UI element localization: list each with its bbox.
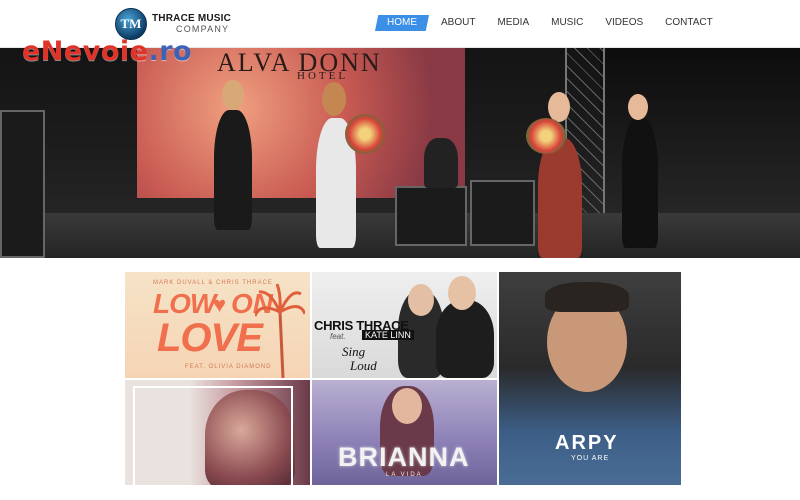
cover-frame [133, 386, 293, 485]
nav-music[interactable]: MUSIC [551, 15, 583, 31]
logo-line2: COMPANY [176, 24, 230, 34]
hero-image: ALVA DONN HOTEL [0, 48, 800, 258]
singer-head [448, 276, 476, 310]
performer-head [548, 92, 570, 122]
singer-photo [436, 300, 494, 378]
cover-portrait[interactable] [125, 380, 310, 485]
watermark-part1: eNevoie [22, 36, 149, 67]
performer-head [222, 80, 244, 110]
equipment-case [470, 180, 535, 246]
cover-title-part: Loud [350, 358, 377, 373]
releases-grid: MARK DUVALL & CHRIS THRACE LOW ♥ ON LOVE… [125, 272, 681, 485]
nav-about[interactable]: ABOUT [441, 15, 475, 31]
dj [424, 138, 458, 188]
heart-icon: ♥ [213, 292, 227, 317]
stage-screen: ALVA DONN HOTEL [137, 48, 465, 198]
cover-title: ARPY [555, 432, 619, 454]
performer-head [322, 82, 346, 116]
cover-subtitle: LA VIDA [386, 472, 423, 478]
watermark-part2: .ro [148, 36, 193, 67]
bouquet [526, 118, 566, 154]
palm-tree-icon [255, 283, 305, 378]
cover-low-on-love[interactable]: MARK DUVALL & CHRIS THRACE LOW ♥ ON LOVE… [125, 272, 310, 378]
stage-screen-subtext: HOTEL [297, 70, 349, 82]
cover-featuring: KATE LINN [362, 330, 414, 340]
cover-arpy[interactable]: ARPY YOU ARE [499, 272, 681, 485]
cover-sing-loud[interactable]: CHRIS THRACE feat. KATE LINN Sing Loud [312, 272, 497, 378]
cover-subtitle: YOU ARE [571, 455, 610, 462]
singer-head [408, 284, 434, 316]
nav-contact[interactable]: CONTACT [665, 15, 713, 31]
cover-title: BRIANNA [338, 442, 470, 472]
bouquet [345, 114, 385, 154]
performer [622, 118, 658, 248]
nav-home[interactable]: HOME [375, 15, 429, 31]
artist-hair [545, 282, 629, 312]
performer [214, 110, 252, 230]
performer [538, 138, 582, 258]
nav-videos[interactable]: VIDEOS [605, 15, 643, 31]
equipment-case [395, 186, 467, 246]
main-nav: HOME ABOUT MEDIA MUSIC VIDEOS CONTACT [375, 15, 735, 31]
equipment-case [0, 110, 45, 258]
watermark: eNevoie.ro [22, 36, 192, 67]
cover-feat-label: feat. [330, 332, 346, 341]
nav-media[interactable]: MEDIA [497, 15, 529, 31]
cover-title-part: LOVE [157, 316, 263, 360]
logo-line1: THRACE MUSIC [152, 13, 232, 24]
logo-text: THRACE MUSIC COMPANY [152, 13, 232, 35]
singer-head [392, 388, 422, 424]
cover-brianna[interactable]: BRIANNA LA VIDA [312, 380, 497, 485]
performer-head [628, 94, 648, 120]
